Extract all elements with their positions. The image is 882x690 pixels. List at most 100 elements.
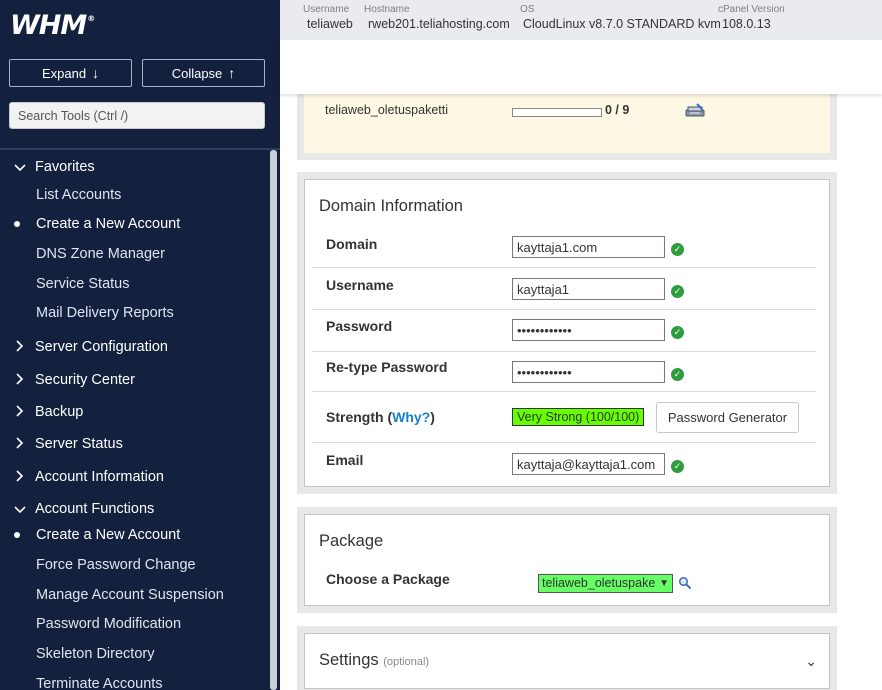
chevron-down-icon: ▼ [659, 578, 669, 589]
nav-item[interactable]: Create a New Account [0, 213, 268, 235]
nav-item[interactable]: Service Status [0, 273, 268, 295]
nav-category[interactable]: Server Status [0, 432, 268, 456]
email-label: Email [326, 452, 364, 468]
header-hostname-value: rweb201.teliahosting.com [368, 17, 510, 31]
chevron-down-icon [14, 160, 26, 175]
chevron-right-icon [14, 404, 26, 420]
nav-item-label: Password Modification [36, 616, 182, 632]
strength-label: Strength (Why?) [326, 409, 435, 425]
domain-information-panel: Domain Information Domain ✓ Username ✓ P… [297, 172, 837, 494]
password-valid-check-icon: ✓ [671, 326, 684, 339]
nav-category[interactable]: Account Functions [0, 497, 268, 521]
nav-item-label: Terminate Accounts [36, 676, 163, 690]
nav-item[interactable]: Skeleton Directory [0, 643, 268, 665]
package-edit-icon[interactable] [684, 102, 706, 118]
username-row: Username ✓ [312, 268, 816, 310]
header-cpanel-value: 108.0.13 [722, 17, 771, 31]
sidebar: WHM® Expand ↓ Collapse ↑ Favorites List A… [0, 0, 280, 690]
nav-category-label: Backup [35, 404, 84, 420]
retype-password-row: Re-type Password ✓ [312, 352, 816, 392]
domain-input[interactable] [512, 236, 665, 258]
domain-valid-check-icon: ✓ [671, 243, 684, 256]
strength-label-close: ) [430, 409, 435, 425]
nav-item-label: Service Status [36, 276, 130, 292]
whm-logo[interactable]: WHM® [10, 10, 95, 41]
nav-category[interactable]: Security Center [0, 368, 268, 392]
strength-label-text: Strength ( [326, 409, 393, 425]
nav-item-label: List Accounts [36, 187, 122, 203]
email-input[interactable] [512, 453, 665, 475]
nav-item-label: DNS Zone Manager [36, 246, 165, 262]
password-label: Password [326, 318, 393, 334]
header-hostname-label: Hostname [364, 4, 410, 15]
whm-app: WHM® Expand ↓ Collapse ↑ Favorites List A… [0, 0, 882, 690]
package-title: Package [319, 532, 384, 550]
email-valid-check-icon: ✓ [671, 460, 684, 473]
nav-category-label: Account Functions [35, 501, 155, 517]
header-cpanel-label: cPanel Version [718, 4, 785, 15]
nav-item-label: Mail Delivery Reports [36, 305, 174, 321]
package-select[interactable]: teliaweb_oletuspaketti ▼ [538, 574, 673, 593]
username-valid-check-icon: ✓ [671, 285, 684, 298]
header-hostname: Hostname rweb201.teliahosting.com [364, 4, 510, 31]
settings-panel[interactable]: Settings (optional) ⌄ [297, 626, 837, 690]
domain-row: Domain ✓ [312, 226, 816, 268]
main-content: teliaweb_oletuspaketti 0 / 9 Domain Info… [280, 94, 882, 690]
nav-category[interactable]: Favorites [0, 155, 268, 179]
nav-category[interactable]: Backup [0, 400, 268, 424]
chevron-down-icon[interactable]: ⌄ [805, 653, 817, 670]
package-usage-bar [512, 108, 602, 117]
username-label: Username [326, 277, 394, 293]
collapse-label: Collapse [171, 65, 223, 81]
nav-category[interactable]: Server Configuration [0, 335, 268, 359]
strength-row: Strength (Why?) Very Strong (100/100) Pa… [312, 392, 816, 443]
arrow-down-icon: ↓ [92, 65, 100, 81]
magnifier-icon[interactable] [678, 576, 692, 590]
settings-title: Settings (optional) [319, 651, 429, 670]
why-link[interactable]: Why? [392, 409, 430, 425]
sidebar-divider [0, 148, 280, 150]
username-input[interactable] [512, 278, 665, 300]
nav-category[interactable]: Account Information [0, 465, 268, 489]
nav-category-label: Security Center [35, 372, 135, 388]
active-bullet-icon [14, 221, 20, 227]
password-row: Password ✓ [312, 310, 816, 352]
nav-item[interactable]: DNS Zone Manager [0, 243, 268, 265]
nav-item-label: Manage Account Suspension [36, 587, 224, 603]
chevron-right-icon [14, 436, 26, 452]
password-input[interactable] [512, 319, 665, 341]
retype-password-input[interactable] [512, 361, 665, 383]
nav-item-label: Create a New Account [36, 216, 181, 232]
expand-button[interactable]: Expand ↓ [9, 59, 132, 87]
choose-package-row: Choose a Package teliaweb_oletuspaketti … [312, 567, 816, 603]
nav-item-label: Skeleton Directory [36, 646, 155, 662]
chevron-down-icon [14, 502, 26, 517]
nav-item[interactable]: Password Modification [0, 613, 268, 635]
collapse-button[interactable]: Collapse ↑ [142, 59, 265, 87]
choose-package-label: Choose a Package [326, 571, 450, 587]
domain-label: Domain [326, 236, 378, 252]
arrow-up-icon: ↑ [228, 65, 236, 81]
nav-item[interactable]: Mail Delivery Reports [0, 302, 268, 324]
search-tools-input[interactable] [9, 102, 265, 129]
nav-category-label: Server Configuration [35, 339, 168, 355]
nav-category-label: Account Information [35, 469, 164, 485]
email-row: Email ✓ [312, 443, 816, 487]
header-os-value: CloudLinux v8.7.0 STANDARD kvm [523, 17, 721, 31]
chevron-right-icon [14, 339, 26, 355]
nav-item[interactable]: Force Password Change [0, 554, 268, 576]
password-generator-button[interactable]: Password Generator [656, 402, 799, 433]
package-summary-panel: teliaweb_oletuspaketti 0 / 9 [297, 94, 837, 160]
nav-item[interactable]: Create a New Account [0, 524, 268, 546]
domain-information-box: Domain Information Domain ✓ Username ✓ P… [304, 179, 830, 487]
nav-item[interactable]: Manage Account Suspension [0, 584, 268, 606]
server-info-bar: Username teliaweb Hostname rweb201.telia… [280, 0, 882, 40]
sidebar-scrollbar[interactable] [270, 150, 277, 690]
active-bullet-icon [14, 532, 20, 538]
settings-title-text: Settings [319, 651, 379, 669]
nav-item[interactable]: List Accounts [0, 184, 268, 206]
domain-information-title: Domain Information [319, 197, 463, 215]
nav-item[interactable]: Terminate Accounts [0, 673, 268, 690]
nav-item-label: Create a New Account [36, 527, 181, 543]
settings-box[interactable]: Settings (optional) ⌄ [304, 633, 830, 689]
